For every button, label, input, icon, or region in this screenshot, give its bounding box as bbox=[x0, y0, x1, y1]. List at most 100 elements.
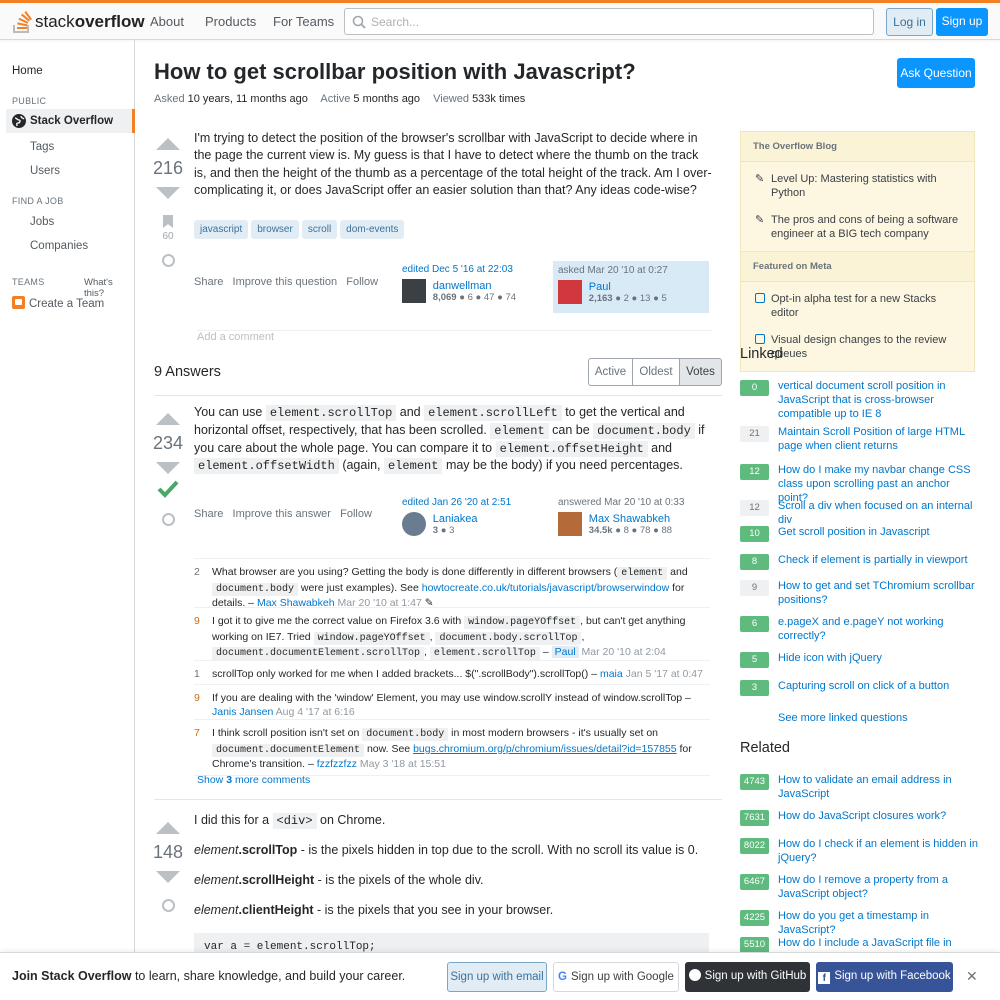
linked-item-score: 8 bbox=[740, 554, 769, 570]
tag-browser[interactable]: browser bbox=[251, 220, 299, 239]
editor-name[interactable]: danwellman bbox=[433, 280, 516, 292]
related-item-link[interactable]: How to validate an email address in Java… bbox=[778, 774, 978, 802]
avatar[interactable] bbox=[558, 512, 582, 536]
text: can be bbox=[552, 422, 590, 437]
history-icon[interactable] bbox=[161, 513, 175, 526]
downvote-icon[interactable] bbox=[156, 871, 180, 883]
comment: 1 scrollTop only worked for me when I add… bbox=[194, 660, 710, 685]
active-label: Active bbox=[320, 93, 351, 105]
create-team-button[interactable]: Create a Team bbox=[12, 296, 104, 310]
answerer-badges: ● 8 ● 78 ● 88 bbox=[615, 524, 673, 536]
blog-item[interactable]: ✎ Level Up: Mastering statistics with Pyt… bbox=[741, 162, 974, 207]
follow-link[interactable]: Follow bbox=[346, 276, 378, 288]
asker-name[interactable]: Paul bbox=[589, 281, 667, 293]
search-input[interactable]: Search... bbox=[344, 8, 874, 35]
show-more-comments[interactable]: Show 3 more comments bbox=[197, 774, 310, 786]
right-sidebar: The Overflow Blog ✎ Level Up: Mastering s… bbox=[740, 131, 975, 373]
question-body: I'm trying to detect the position of the… bbox=[194, 131, 712, 197]
share-link[interactable]: Share bbox=[194, 276, 223, 288]
upvote-icon[interactable] bbox=[156, 822, 180, 834]
search-placeholder: Search... bbox=[371, 15, 420, 29]
linked-item-link[interactable]: Maintain Scroll Position of large HTML p… bbox=[778, 426, 978, 454]
linked-item-link[interactable]: How to get and set TChromium scrollbar p… bbox=[778, 580, 978, 608]
edited-time[interactable]: edited Dec 5 '16 at 22:03 bbox=[402, 264, 542, 275]
signup-google-button[interactable]: G Sign up with Google bbox=[553, 962, 679, 992]
nav-products[interactable]: Products bbox=[205, 14, 256, 29]
blog-item-label: The pros and cons of being a software en… bbox=[771, 213, 959, 240]
editor-name[interactable]: Laniakea bbox=[433, 513, 478, 525]
nav-for-teams[interactable]: For Teams bbox=[273, 14, 334, 29]
linked-item-link[interactable]: Capturing scroll on click of a button bbox=[778, 680, 978, 694]
edited-time[interactable]: edited Jan 26 '20 at 2:51 bbox=[402, 497, 552, 508]
nav-jobs[interactable]: Jobs bbox=[30, 216, 54, 228]
nav-stack-overflow[interactable]: Stack Overflow bbox=[6, 109, 135, 133]
login-button[interactable]: Log in bbox=[886, 8, 933, 36]
facebook-icon: f bbox=[818, 972, 831, 984]
linked-item-link[interactable]: Get scroll position in Javascript bbox=[778, 526, 978, 540]
answer-score: 234 bbox=[152, 433, 184, 453]
related-item-link[interactable]: How do JavaScript closures work? bbox=[778, 810, 978, 824]
linked-list: 0 vertical document scroll position in Ja… bbox=[740, 380, 980, 730]
upvote-icon[interactable] bbox=[156, 413, 180, 425]
sort-votes[interactable]: Votes bbox=[679, 358, 722, 386]
bookmark-count: 60 bbox=[162, 231, 174, 242]
ask-question-button[interactable]: Ask Question bbox=[897, 58, 975, 88]
improve-link[interactable]: Improve this answer bbox=[233, 508, 331, 520]
history-icon[interactable] bbox=[161, 254, 175, 267]
related-item-link[interactable]: How do I remove a property from a JavaSc… bbox=[778, 874, 978, 902]
code: element bbox=[490, 422, 549, 439]
history-icon[interactable] bbox=[161, 899, 175, 912]
upvote-icon[interactable] bbox=[156, 138, 180, 150]
signup-button[interactable]: Sign up bbox=[936, 8, 988, 36]
page-title[interactable]: How to get scrollbar position with Javas… bbox=[154, 59, 636, 85]
text: element bbox=[194, 873, 239, 887]
close-icon[interactable]: ✕ bbox=[966, 968, 978, 985]
tag-javascript[interactable]: javascript bbox=[194, 220, 249, 239]
signup-facebook-button[interactable]: f Sign up with Facebook bbox=[816, 962, 953, 992]
comment: 7 I think scroll position isn't set on do… bbox=[194, 719, 710, 777]
bookmark-icon[interactable] bbox=[163, 215, 173, 228]
linked-item-link[interactable]: Check if element is partially in viewpor… bbox=[778, 554, 978, 568]
sort-oldest[interactable]: Oldest bbox=[632, 358, 680, 386]
linked-item-link[interactable]: Hide icon with jQuery bbox=[778, 652, 978, 666]
editor-badges: ● 6 ● 47 ● 74 bbox=[459, 291, 517, 303]
nav-about[interactable]: About bbox=[150, 14, 184, 29]
signup-github-button[interactable]: Sign up with GitHub bbox=[685, 962, 810, 992]
related-item-link[interactable]: How do I check if an element is hidden i… bbox=[778, 838, 978, 866]
meta-item[interactable]: Opt-in alpha test for a new Stacks edito… bbox=[741, 282, 974, 327]
nav-users[interactable]: Users bbox=[30, 165, 60, 177]
site-logo[interactable]: stack overflow bbox=[12, 10, 145, 34]
add-comment-link[interactable]: Add a comment bbox=[197, 330, 712, 343]
text: .scrollHeight bbox=[238, 873, 315, 887]
see-more-linked[interactable]: See more linked questions bbox=[778, 712, 908, 724]
blog-item[interactable]: ✎ The pros and cons of being a software e… bbox=[741, 206, 974, 252]
linked-item-link[interactable]: Scroll a div when focused on an internal… bbox=[778, 500, 978, 528]
answerer-name[interactable]: Max Shawabkeh bbox=[589, 513, 672, 525]
tag-dom-events[interactable]: dom-events bbox=[340, 220, 405, 239]
nav-home[interactable]: Home bbox=[12, 65, 43, 77]
top-bar: stack overflow About Products For Teams S… bbox=[0, 0, 1000, 40]
nav-companies[interactable]: Companies bbox=[30, 240, 88, 252]
improve-link[interactable]: Improve this question bbox=[233, 276, 338, 288]
linked-item-link[interactable]: vertical document scroll position in Jav… bbox=[778, 380, 978, 421]
linked-item-link[interactable]: e.pageX and e.pageY not working correctl… bbox=[778, 616, 978, 644]
related-item-link[interactable]: How do you get a timestamp in JavaScript… bbox=[778, 910, 978, 938]
tag-scroll[interactable]: scroll bbox=[301, 220, 338, 239]
comment-text: I got it to give me the correct value on… bbox=[212, 615, 686, 660]
viewed-value: 533k times bbox=[472, 93, 526, 105]
avatar[interactable] bbox=[558, 280, 582, 304]
downvote-icon[interactable] bbox=[156, 462, 180, 474]
share-link[interactable]: Share bbox=[194, 508, 223, 520]
avatar[interactable] bbox=[402, 512, 426, 536]
nav-tags[interactable]: Tags bbox=[30, 141, 54, 153]
downvote-icon[interactable] bbox=[156, 187, 180, 199]
show-more-label: Show bbox=[197, 774, 224, 786]
avatar[interactable] bbox=[402, 279, 426, 303]
text: and bbox=[399, 405, 421, 419]
follow-link[interactable]: Follow bbox=[340, 508, 372, 520]
signup-email-button[interactable]: Sign up with email bbox=[447, 962, 547, 992]
text: You can use bbox=[194, 405, 263, 419]
sort-active[interactable]: Active bbox=[588, 358, 633, 386]
related-item-link[interactable]: How do I include a JavaScript file in bbox=[778, 937, 978, 951]
comment-text: What browser are you using? Getting the … bbox=[212, 566, 688, 609]
